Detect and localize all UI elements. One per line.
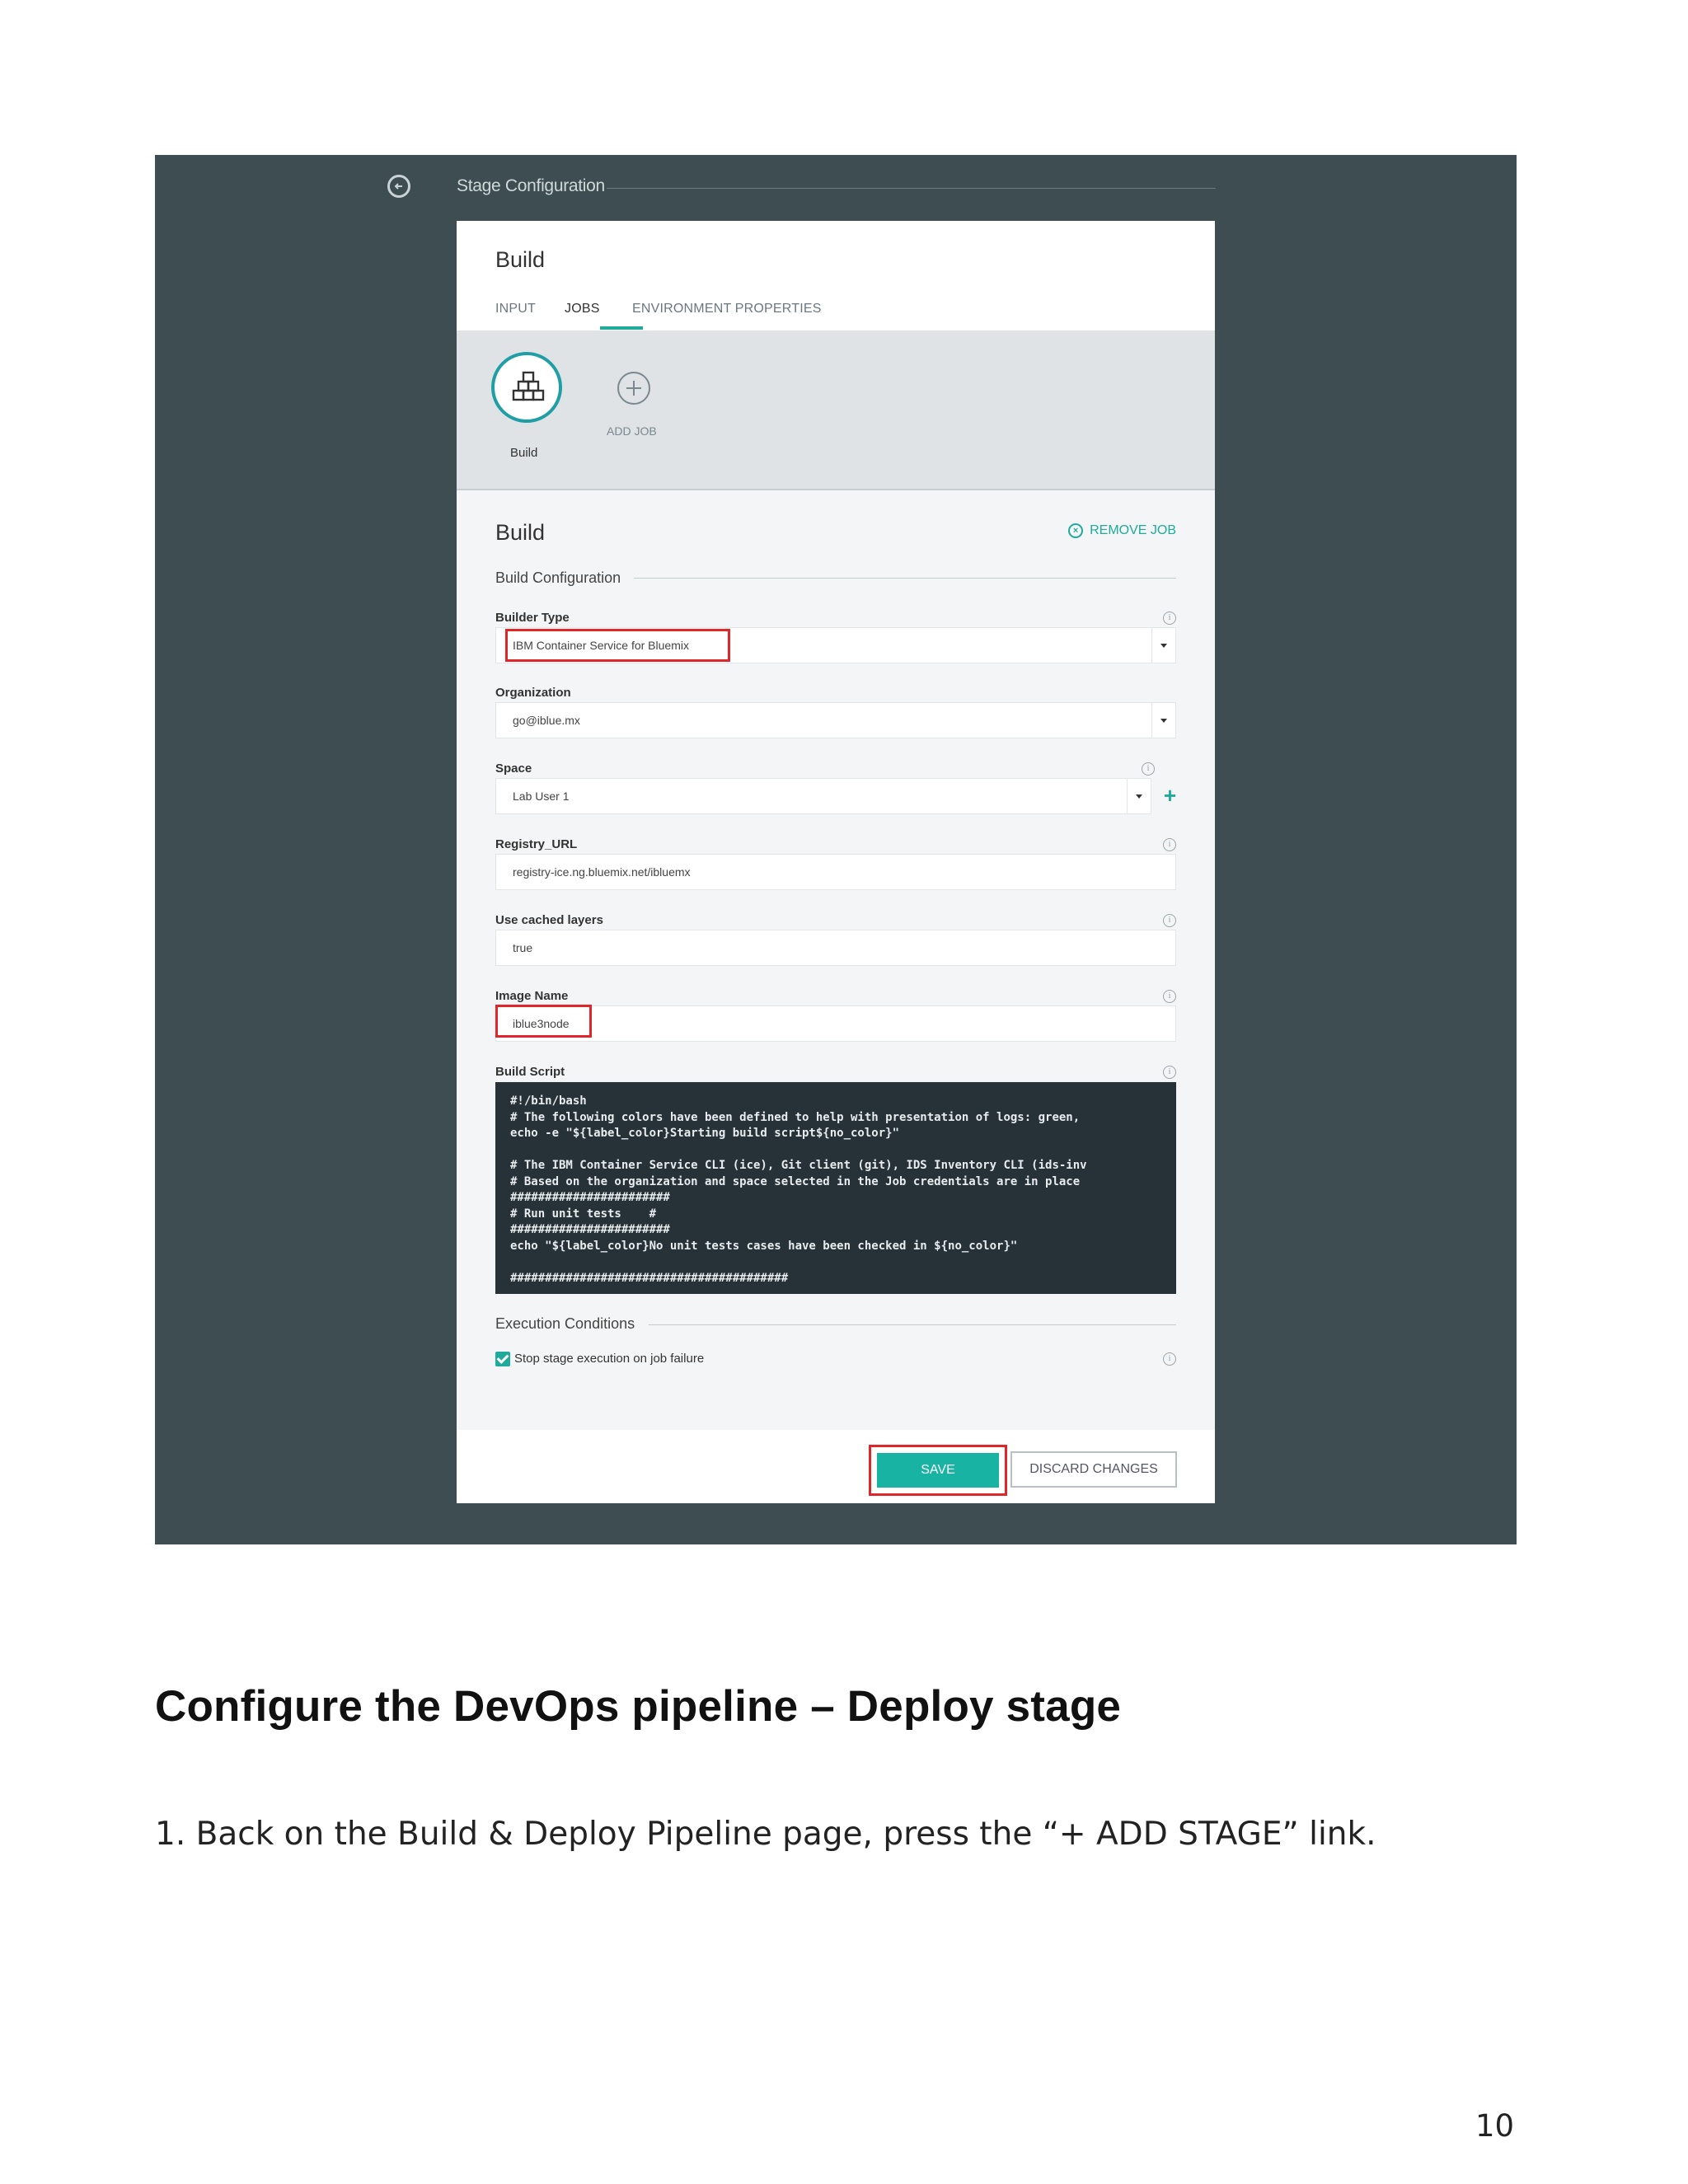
discard-changes-button[interactable]: DISCARD CHANGES (1010, 1451, 1177, 1488)
registry-url-value: registry-ice.ng.bluemix.net/ibluemx (513, 865, 691, 879)
job-build-tile[interactable] (491, 352, 562, 423)
divider (607, 188, 1216, 189)
build-script-code: #!/bin/bash # The following colors have … (510, 1094, 1087, 1285)
builder-type-label: Builder Type (495, 611, 570, 625)
page-number: 10 (1475, 2108, 1515, 2144)
step-text: 1. Back on the Build & Deploy Pipeline p… (155, 1816, 1376, 1853)
chevron-down-icon[interactable] (1127, 779, 1151, 813)
back-arrow-icon[interactable] (387, 175, 410, 198)
add-space-icon[interactable]: + (1164, 785, 1176, 806)
stage-panel: Build INPUT JOBS ENVIRONMENT PROPERTIES … (457, 221, 1215, 1503)
stop-on-failure-checkbox[interactable] (495, 1352, 510, 1366)
info-icon[interactable]: i (1163, 838, 1176, 851)
organization-label: Organization (495, 686, 571, 700)
highlight-box (505, 629, 730, 662)
registry-url-field[interactable]: registry-ice.ng.bluemix.net/ibluemx (495, 854, 1176, 890)
tab-jobs[interactable]: JOBS (565, 302, 600, 316)
build-configuration-heading: Build Configuration (495, 569, 621, 586)
remove-job-button[interactable]: × REMOVE JOB (1068, 523, 1176, 538)
divider (634, 578, 1176, 579)
use-cached-layers-label: Use cached layers (495, 913, 603, 927)
space-select[interactable]: Lab User 1 (495, 778, 1151, 814)
panel-footer: SAVE DISCARD CHANGES (457, 1430, 1215, 1503)
close-circle-icon: × (1068, 523, 1084, 538)
remove-job-label: REMOVE JOB (1090, 523, 1176, 537)
use-cached-layers-field[interactable]: true (495, 930, 1176, 966)
job-config-area: Build × REMOVE JOB Build Configuration B… (457, 490, 1215, 1430)
section-heading: Configure the DevOps pipeline – Deploy s… (155, 1682, 1122, 1731)
info-icon[interactable]: i (1142, 762, 1155, 776)
job-build-label: Build (510, 446, 538, 460)
tab-environment-properties[interactable]: ENVIRONMENT PROPERTIES (632, 302, 822, 316)
use-cached-layers-value: true (513, 941, 533, 954)
chevron-down-icon[interactable] (1151, 703, 1175, 738)
stage-header: Stage Configuration (387, 175, 1216, 208)
tab-input[interactable]: INPUT (495, 302, 536, 316)
organization-value: go@iblue.mx (513, 714, 580, 727)
chevron-down-icon[interactable] (1151, 628, 1175, 663)
info-icon[interactable]: i (1163, 914, 1176, 927)
info-icon[interactable]: i (1163, 990, 1176, 1003)
info-icon[interactable]: i (1163, 1352, 1176, 1366)
execution-conditions-heading: Execution Conditions (495, 1315, 635, 1332)
job-title: Build (495, 520, 546, 545)
panel-title: Build (495, 247, 546, 272)
divider (649, 1324, 1176, 1325)
highlight-box (495, 1005, 592, 1038)
add-job-icon[interactable] (617, 372, 650, 405)
active-tab-indicator (600, 326, 643, 330)
image-name-field[interactable]: iblue3node (495, 1005, 1176, 1042)
save-button[interactable]: SAVE (877, 1453, 999, 1488)
space-label: Space (495, 762, 532, 776)
stop-on-failure-label: Stop stage execution on job failure (514, 1352, 705, 1366)
panel-header: Build INPUT JOBS ENVIRONMENT PROPERTIES (457, 221, 1215, 332)
info-icon[interactable]: i (1163, 1066, 1176, 1079)
space-value: Lab User 1 (513, 790, 570, 803)
stage-title: Stage Configuration (457, 176, 605, 195)
build-script-editor[interactable]: #!/bin/bash # The following colors have … (495, 1082, 1176, 1294)
stacked-boxes-icon (512, 371, 545, 401)
build-script-label: Build Script (495, 1065, 565, 1079)
jobs-strip: Build ADD JOB (457, 330, 1215, 601)
organization-select[interactable]: go@iblue.mx (495, 702, 1176, 738)
info-icon[interactable]: i (1163, 612, 1176, 625)
add-job-label[interactable]: ADD JOB (607, 424, 657, 438)
image-name-label: Image Name (495, 989, 569, 1003)
registry-url-label: Registry_URL (495, 837, 578, 851)
